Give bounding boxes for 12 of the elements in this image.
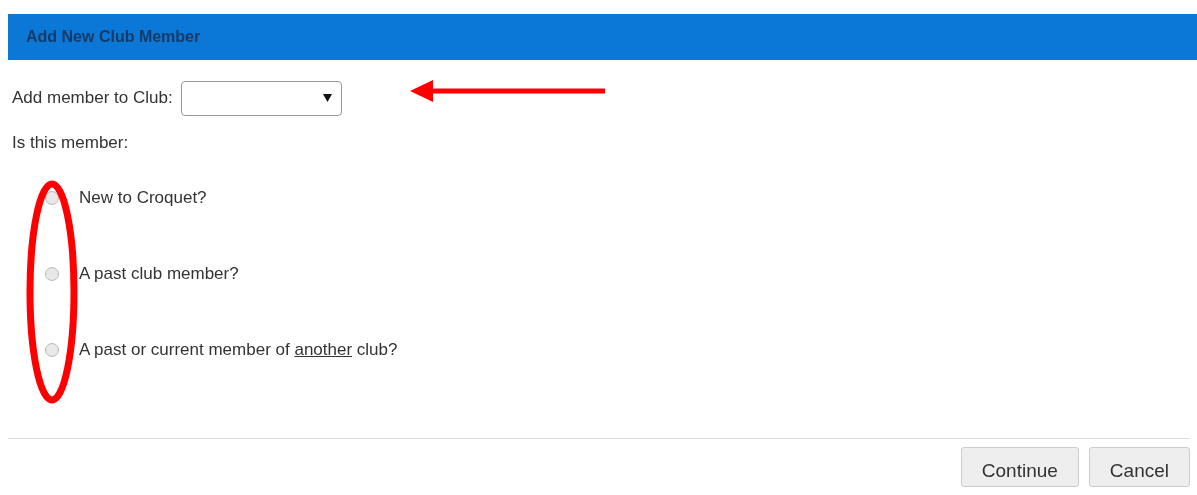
dialog-title: Add New Club Member [26, 28, 201, 46]
option-label[interactable]: A past club member? [79, 264, 239, 284]
dialog-button[interactable]: Cancel [1088, 447, 1190, 487]
question-text: Is this member: [11, 133, 130, 154]
option-label[interactable]: A past or current member of another club? [79, 340, 398, 360]
radio-button[interactable] [45, 267, 59, 281]
club-dropdown[interactable] [180, 80, 342, 116]
caret-icon [322, 94, 332, 102]
field-label: Add member to Club: [12, 88, 173, 108]
radio-button[interactable] [45, 343, 59, 357]
option-label[interactable]: New to Croquet? [79, 188, 207, 208]
dialog-button[interactable]: Continue [960, 447, 1079, 487]
